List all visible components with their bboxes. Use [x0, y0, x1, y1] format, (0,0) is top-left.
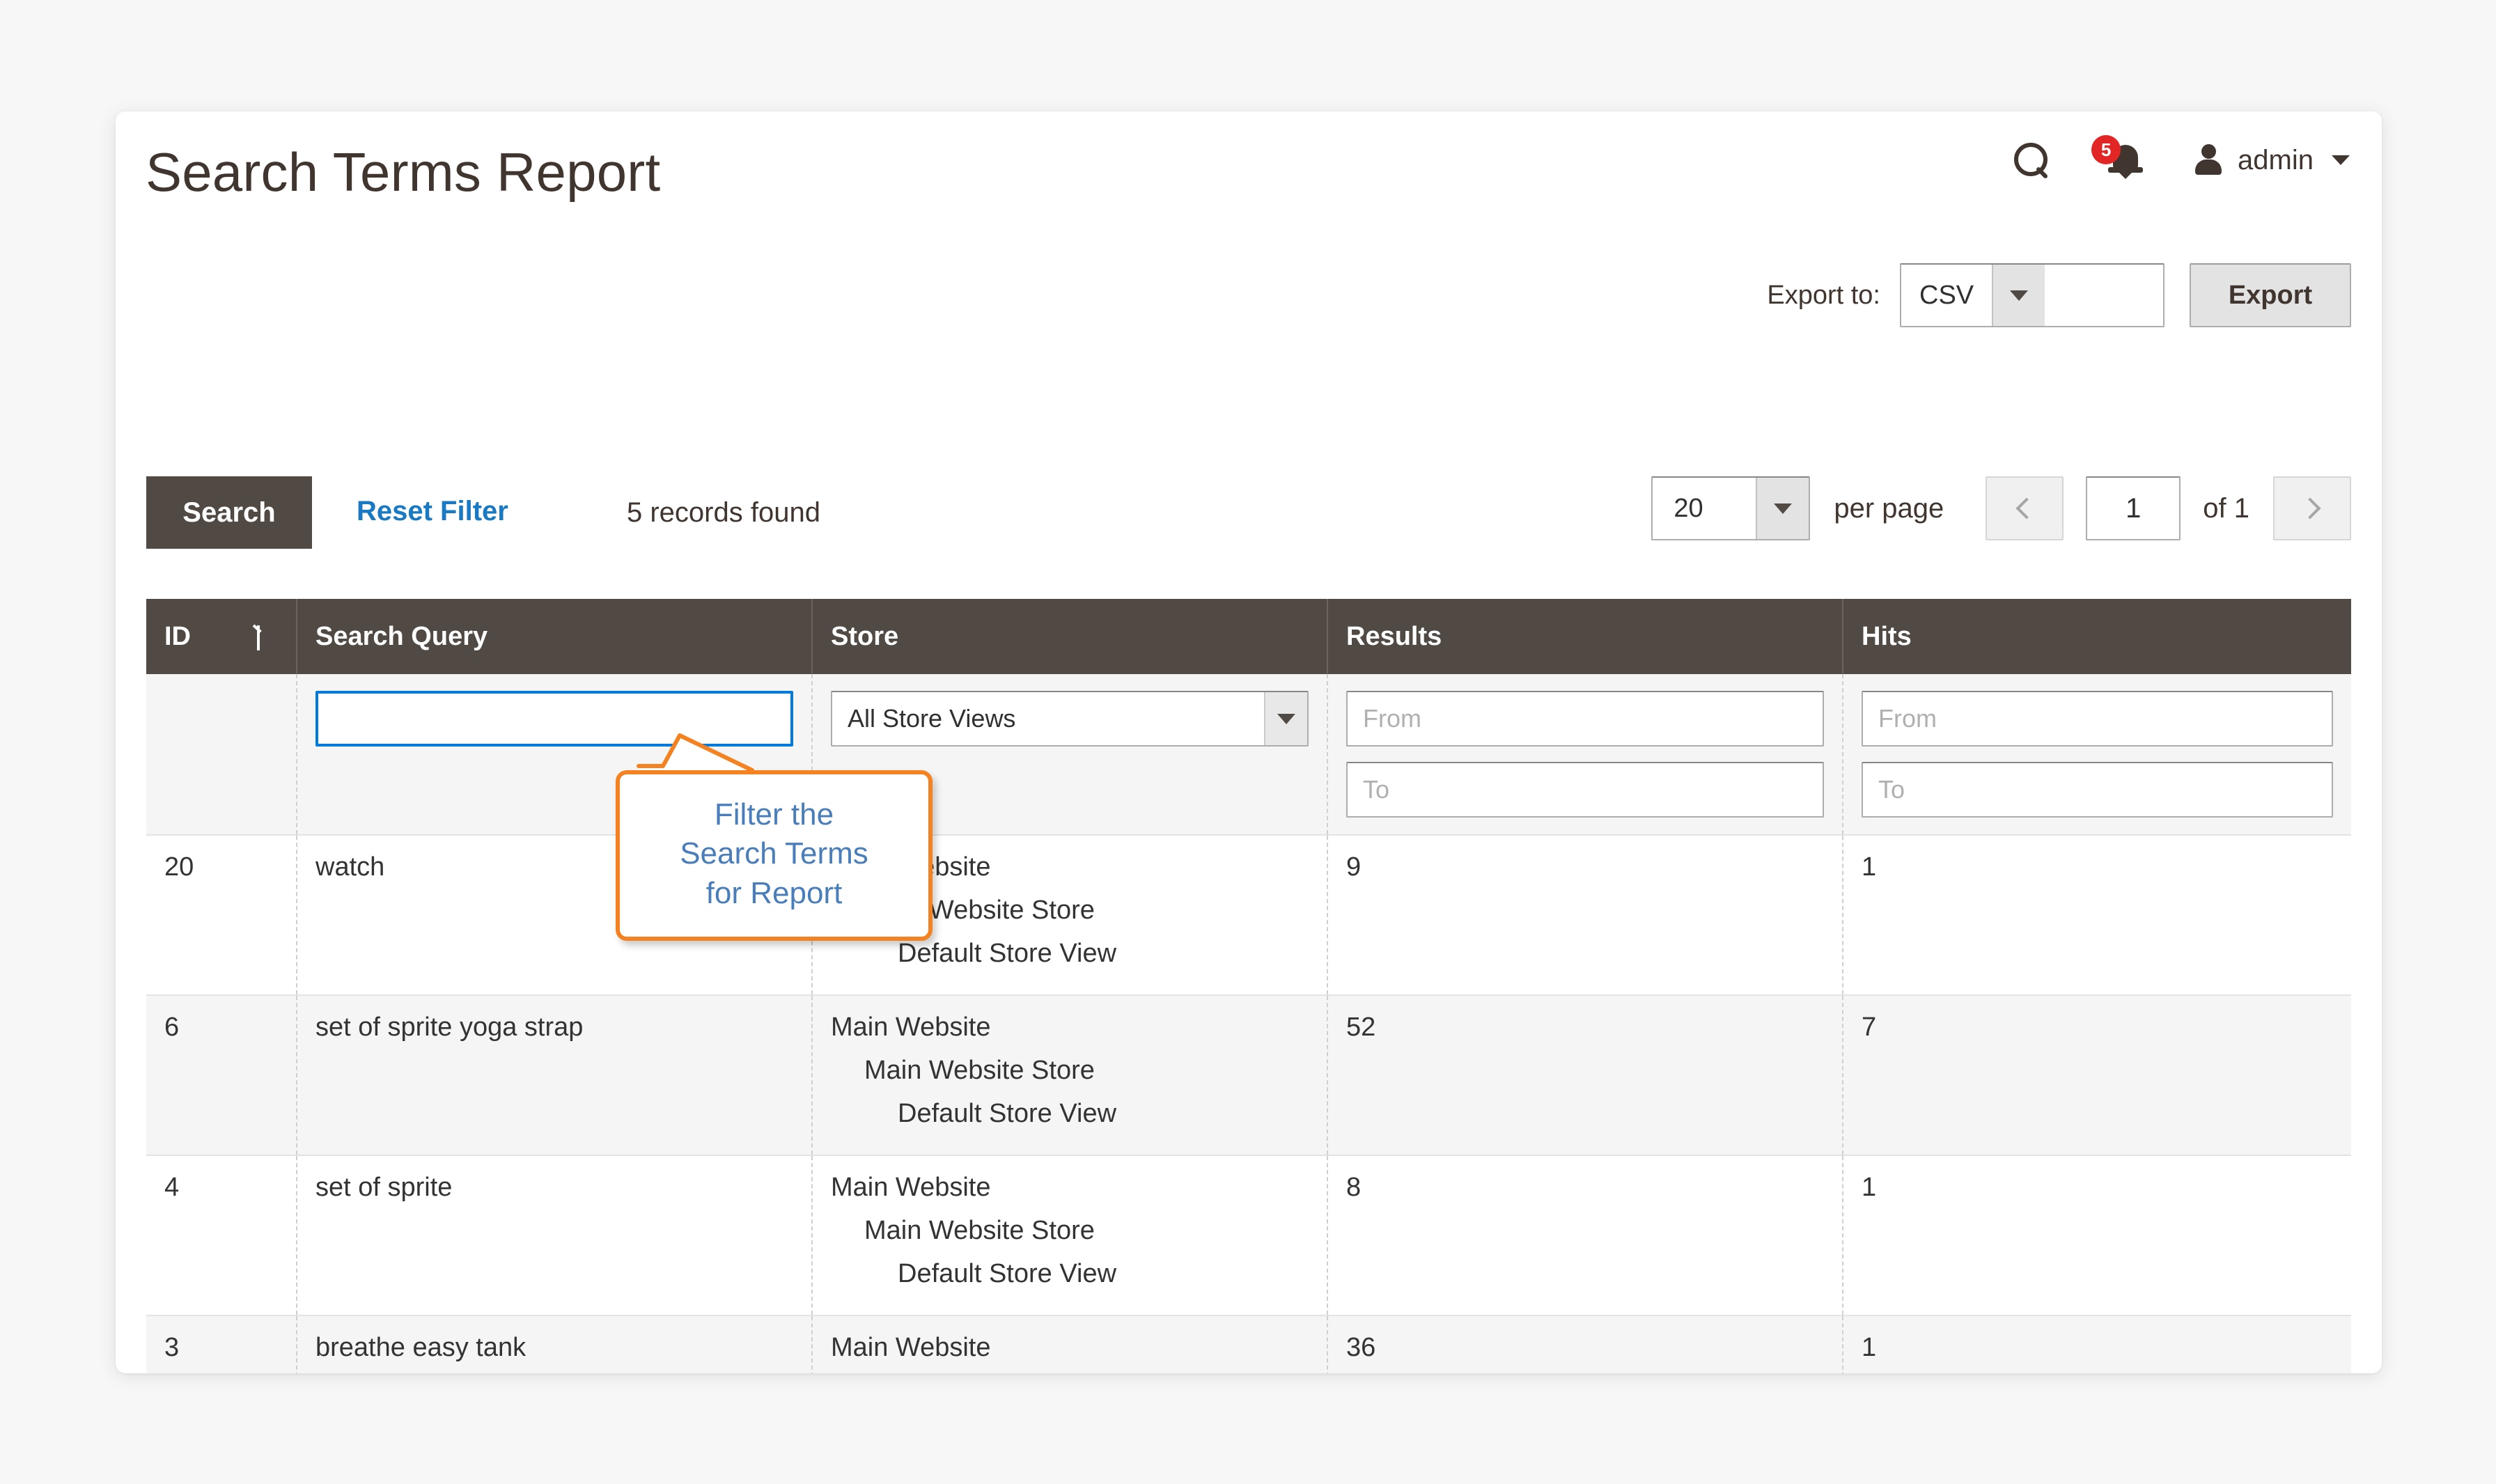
export-format-value: CSV	[1919, 280, 1974, 310]
per-page-label: per page	[1834, 492, 1944, 524]
cell-id: 4	[146, 1155, 297, 1315]
chevron-left-icon	[2015, 497, 2038, 520]
export-button[interactable]: Export	[2190, 263, 2351, 327]
chevron-down-icon	[2332, 155, 2350, 165]
hits-to-input[interactable]	[1862, 762, 2333, 818]
store-view: Default Store View	[898, 1099, 1117, 1128]
store-filter-select[interactable]: All Store Views	[831, 691, 1309, 747]
records-found-label: 5 records found	[627, 497, 820, 528]
cell-search-query: set of sprite	[297, 1155, 813, 1315]
cell-hits: 1	[1843, 1315, 2351, 1373]
store-website: Main Website	[831, 1173, 991, 1202]
pagination-controls: 20 per page of 1	[1651, 476, 2351, 540]
search-button[interactable]: Search	[146, 476, 312, 549]
per-page-select[interactable]: 20	[1651, 476, 1811, 540]
notification-count-badge: 5	[2091, 135, 2121, 164]
cell-search-query: breathe easy tank	[297, 1315, 813, 1373]
grid-filter-row: All Store Views	[146, 674, 2351, 835]
store-filter-value: All Store Views	[848, 704, 1016, 733]
results-from-input[interactable]	[1346, 691, 1824, 747]
cell-id: 3	[146, 1315, 297, 1373]
cell-results: 9	[1327, 834, 1843, 995]
global-search-button[interactable]	[1990, 143, 2073, 178]
header-tools: 5 admin	[1990, 135, 2350, 179]
user-avatar-icon	[2193, 143, 2224, 178]
search-icon	[2014, 143, 2049, 178]
store-view: Default Store View	[898, 939, 1117, 968]
total-pages-label: of 1	[2203, 492, 2249, 524]
previous-page-button[interactable]	[1986, 476, 2064, 540]
store-view: Default Store View	[898, 1259, 1117, 1288]
filter-callout: Filter the Search Terms for Report	[616, 733, 933, 941]
results-to-input[interactable]	[1346, 762, 1824, 818]
store-group: Main Website Store	[864, 1216, 1095, 1245]
cell-store: Main Website Main Website Store Default …	[812, 1155, 1328, 1315]
callout-text: Filter the Search Terms for Report	[680, 797, 868, 910]
chevron-down-icon	[1264, 692, 1307, 745]
table-row[interactable]: 4 set of sprite Main Website Main Websit…	[146, 1155, 2351, 1315]
cell-results: 8	[1327, 1155, 1843, 1315]
page-title: Search Terms Report	[146, 141, 661, 203]
cell-id: 20	[146, 834, 297, 995]
cell-results: 36	[1327, 1315, 1843, 1373]
export-to-label: Export to:	[1767, 280, 1880, 310]
export-bar: Export to: CSV Export	[1767, 263, 2351, 327]
column-header-results[interactable]: Results	[1327, 599, 1843, 674]
filter-cell-hits	[1843, 674, 2351, 835]
column-header-hits[interactable]: Hits	[1843, 599, 2351, 674]
store-website: Main Website	[831, 1013, 991, 1042]
store-group: Main Website Store	[864, 1056, 1095, 1085]
filter-cell-results	[1327, 674, 1843, 835]
callout-box: Filter the Search Terms for Report	[616, 770, 933, 941]
report-card: Search Terms Report 5 admin Export to: C…	[116, 111, 2382, 1373]
store-website: Main Website	[831, 1333, 991, 1362]
column-header-search-query[interactable]: Search Query	[297, 599, 813, 674]
reset-filter-link[interactable]: Reset Filter	[357, 496, 508, 527]
per-page-value: 20	[1674, 493, 1703, 523]
cell-store: Main Website Main Website Store Default …	[812, 1315, 1328, 1373]
admin-username-label: admin	[2238, 144, 2314, 175]
user-menu[interactable]: admin	[2193, 143, 2350, 178]
hits-from-input[interactable]	[1862, 691, 2333, 747]
cell-id: 6	[146, 994, 297, 1155]
chevron-right-icon	[2299, 497, 2321, 520]
page-number-input[interactable]	[2086, 476, 2181, 540]
notifications-button[interactable]: 5	[2073, 135, 2178, 179]
search-terms-grid: ID Search Query Store Results Hits All S…	[146, 599, 2351, 1373]
callout-pointer-icon	[637, 731, 762, 773]
table-row[interactable]: 6 set of sprite yoga strap Main Website …	[146, 994, 2351, 1155]
column-header-id[interactable]: ID	[146, 599, 297, 674]
page-header: Search Terms Report 5 admin	[116, 111, 2382, 230]
cell-hits: 1	[1843, 834, 2351, 995]
column-header-store[interactable]: Store	[812, 599, 1328, 674]
sort-ascending-icon	[251, 623, 265, 650]
table-row[interactable]: 20 watch Main Website Main Website Store…	[146, 834, 2351, 995]
next-page-button[interactable]	[2273, 476, 2351, 540]
filter-cell-id	[146, 674, 297, 835]
grid-toolbar: Search Reset Filter 5 records found 20 p…	[146, 476, 2351, 549]
cell-results: 52	[1327, 994, 1843, 1155]
cell-hits: 7	[1843, 994, 2351, 1155]
column-header-id-label: ID	[164, 621, 191, 651]
chevron-down-icon	[1756, 478, 1809, 539]
grid-header-row: ID Search Query Store Results Hits	[146, 599, 2351, 674]
cell-store: Main Website Main Website Store Default …	[812, 994, 1328, 1155]
table-row[interactable]: 3 breathe easy tank Main Website Main We…	[146, 1315, 2351, 1373]
cell-search-query: set of sprite yoga strap	[297, 994, 813, 1155]
chevron-down-icon	[1992, 265, 2045, 326]
cell-hits: 1	[1843, 1155, 2351, 1315]
export-format-select[interactable]: CSV	[1900, 263, 2164, 327]
